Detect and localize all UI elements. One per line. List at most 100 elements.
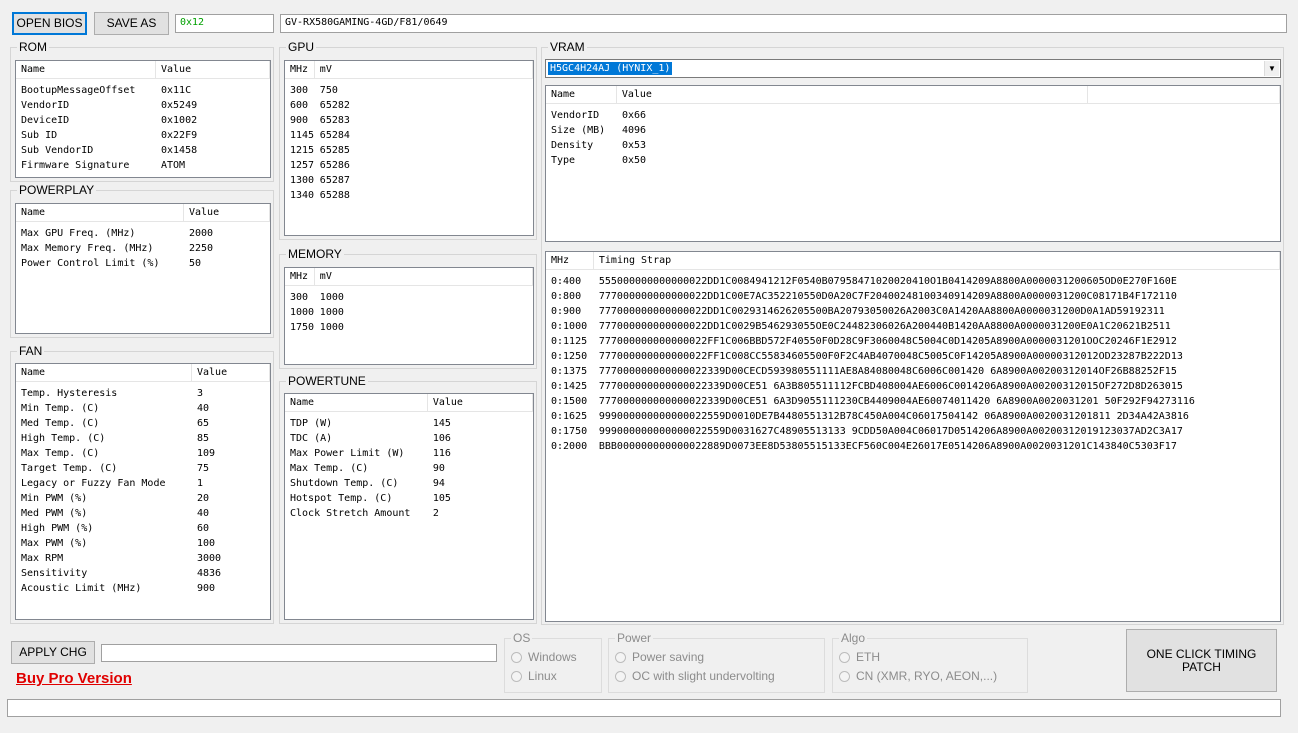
- rom-row[interactable]: BootupMessageOffset 0x11C: [16, 83, 270, 98]
- powertune-row[interactable]: Shutdown Temp. (C) 94: [285, 476, 533, 491]
- gpu-row[interactable]: 1340 65288: [285, 188, 533, 203]
- powerplay-row[interactable]: Max GPU Freq. (MHz) 2000: [16, 226, 270, 241]
- rom-row[interactable]: Sub VendorID 0x1458: [16, 143, 270, 158]
- chevron-down-icon[interactable]: ▼: [1264, 61, 1279, 76]
- vram-select[interactable]: H5GC4H24AJ (HYNIX_1) ▼: [545, 59, 1281, 78]
- fan-row[interactable]: Acoustic Limit (MHz) 900: [16, 581, 270, 596]
- gpu-row[interactable]: 600 65282: [285, 98, 533, 113]
- bios-name-field[interactable]: GV-RX580GAMING-4GD/F81/0649: [280, 14, 1287, 33]
- algo-radio-cn[interactable]: CN (XMR, RYO, AEON,...): [839, 669, 997, 683]
- powertune-row[interactable]: Clock Stretch Amount 2: [285, 506, 533, 521]
- timing-row[interactable]: 0:900 777000000000000022DD1C0029314626205…: [546, 304, 1280, 319]
- gpu-row[interactable]: 1257 65286: [285, 158, 533, 173]
- gpu-list[interactable]: MHz mV 300 750 600 65282 900 65283 1145 65284 12…: [284, 60, 534, 236]
- memory-row[interactable]: 1750 1000: [285, 320, 533, 335]
- vram-info-list[interactable]: Name Value VendorID 0x66 Size (MB) 4096 Dens…: [545, 85, 1281, 242]
- powertune-row[interactable]: TDC (A) 106: [285, 431, 533, 446]
- timing-cell: BBB000000000000022889D0073EE8D5380551513…: [598, 441, 1177, 452]
- timing-row[interactable]: 0:2000 BBB000000000000022889D0073EE8D5380…: [546, 439, 1280, 454]
- powerplay-row[interactable]: Power Control Limit (%) 50: [16, 256, 270, 271]
- gpu-col-mv[interactable]: mV: [315, 61, 533, 78]
- rom-row[interactable]: Sub ID 0x22F9: [16, 128, 270, 143]
- rom-col-name[interactable]: Name: [16, 61, 156, 78]
- vram-col-empty[interactable]: [1088, 86, 1280, 103]
- rom-col-value[interactable]: Value: [156, 61, 270, 78]
- apply-input[interactable]: [101, 644, 497, 662]
- fan-row[interactable]: Med PWM (%) 40: [16, 506, 270, 521]
- gpu-row[interactable]: 1145 65284: [285, 128, 533, 143]
- memory-row[interactable]: 300 1000: [285, 290, 533, 305]
- powertune-col-value[interactable]: Value: [428, 394, 533, 411]
- checksum-field[interactable]: 0x12: [175, 14, 274, 33]
- rom-row[interactable]: Firmware Signature ATOM: [16, 158, 270, 173]
- fan-row[interactable]: Min Temp. (C) 40: [16, 401, 270, 416]
- fan-row[interactable]: Legacy or Fuzzy Fan Mode 1: [16, 476, 270, 491]
- timing-row[interactable]: 0:1375 777000000000000022339D00CECD593980…: [546, 364, 1280, 379]
- powertune-row[interactable]: Hotspot Temp. (C) 105: [285, 491, 533, 506]
- gpu-col-mhz[interactable]: MHz: [285, 61, 315, 78]
- power-radio-saving[interactable]: Power saving: [615, 650, 704, 664]
- fan-col-value[interactable]: Value: [192, 364, 270, 381]
- rom-row[interactable]: VendorID 0x5249: [16, 98, 270, 113]
- timing-row[interactable]: 0:1125 777000000000000022FF1C006BBD572F40…: [546, 334, 1280, 349]
- vram-col-name[interactable]: Name: [546, 86, 617, 103]
- fan-row[interactable]: Sensitivity 4836: [16, 566, 270, 581]
- buy-pro-link[interactable]: Buy Pro Version: [16, 670, 132, 687]
- fan-row[interactable]: Target Temp. (C) 75: [16, 461, 270, 476]
- fan-row[interactable]: Max PWM (%) 100: [16, 536, 270, 551]
- fan-row[interactable]: Temp. Hysteresis 3: [16, 386, 270, 401]
- apply-changes-button[interactable]: APPLY CHG: [11, 641, 95, 664]
- rom-row[interactable]: DeviceID 0x1002: [16, 113, 270, 128]
- powertune-row[interactable]: Max Temp. (C) 90: [285, 461, 533, 476]
- powerplay-col-value[interactable]: Value: [184, 204, 270, 221]
- fan-row[interactable]: High Temp. (C) 85: [16, 431, 270, 446]
- vram-row[interactable]: Density 0x53: [546, 138, 1280, 153]
- powerplay-col-name[interactable]: Name: [16, 204, 184, 221]
- algo-radio-eth[interactable]: ETH: [839, 650, 880, 664]
- one-click-timing-patch-button[interactable]: ONE CLICK TIMING PATCH: [1126, 629, 1277, 692]
- fan-list[interactable]: Name Value Temp. Hysteresis 3 Min Temp. (C…: [15, 363, 271, 620]
- gpu-row[interactable]: 900 65283: [285, 113, 533, 128]
- timing-row[interactable]: 0:1425 777000000000000022339D00CE51 6A3B8…: [546, 379, 1280, 394]
- fan-row[interactable]: Min PWM (%) 20: [16, 491, 270, 506]
- vram-row[interactable]: VendorID 0x66: [546, 108, 1280, 123]
- memory-list[interactable]: MHz mV 300 1000 1000 1000 1750 1000: [284, 267, 534, 365]
- os-radio-linux[interactable]: Linux: [511, 669, 557, 683]
- timing-strap-list[interactable]: MHz Timing Strap 0:400 555000000000000022…: [545, 251, 1281, 622]
- timing-row[interactable]: 0:1500 777000000000000022339D00CE51 6A3D9…: [546, 394, 1280, 409]
- timing-row[interactable]: 0:1000 777000000000000022DD1C0029B5462930…: [546, 319, 1280, 334]
- memory-col-mhz[interactable]: MHz: [285, 268, 315, 285]
- fan-row[interactable]: High PWM (%) 60: [16, 521, 270, 536]
- powertune-row[interactable]: TDP (W) 145: [285, 416, 533, 431]
- open-bios-button[interactable]: OPEN BIOS: [12, 12, 87, 35]
- memory-row[interactable]: 1000 1000: [285, 305, 533, 320]
- rom-cell: Sub VendorID: [21, 145, 94, 156]
- vram-row[interactable]: Type 0x50: [546, 153, 1280, 168]
- timing-row[interactable]: 0:1250 777000000000000022FF1C008CC5583460…: [546, 349, 1280, 364]
- fan-row[interactable]: Max RPM 3000: [16, 551, 270, 566]
- powertune-col-name[interactable]: Name: [285, 394, 428, 411]
- powerplay-list[interactable]: Name Value Max GPU Freq. (MHz) 2000 Max Me…: [15, 203, 271, 334]
- save-as-button[interactable]: SAVE AS: [94, 12, 169, 35]
- timing-col-strap[interactable]: Timing Strap: [594, 252, 1280, 269]
- vram-col-value[interactable]: Value: [617, 86, 1088, 103]
- timing-row[interactable]: 0:400 555000000000000022DD1C0084941212F05…: [546, 274, 1280, 289]
- timing-row[interactable]: 0:1625 999000000000000022559D0010DE7B4480…: [546, 409, 1280, 424]
- vram-row[interactable]: Size (MB) 4096: [546, 123, 1280, 138]
- fan-row[interactable]: Med Temp. (C) 65: [16, 416, 270, 431]
- powertune-list[interactable]: Name Value TDP (W) 145 TDC (A) 106 Max Power…: [284, 393, 534, 620]
- timing-col-mhz[interactable]: MHz: [546, 252, 594, 269]
- fan-col-name[interactable]: Name: [16, 364, 192, 381]
- gpu-row[interactable]: 1300 65287: [285, 173, 533, 188]
- memory-col-mv[interactable]: mV: [315, 268, 533, 285]
- powerplay-row[interactable]: Max Memory Freq. (MHz) 2250: [16, 241, 270, 256]
- power-radio-oc[interactable]: OC with slight undervolting: [615, 669, 775, 683]
- powertune-row[interactable]: Max Power Limit (W) 116: [285, 446, 533, 461]
- os-radio-windows[interactable]: Windows: [511, 650, 577, 664]
- fan-row[interactable]: Max Temp. (C) 109: [16, 446, 270, 461]
- timing-row[interactable]: 0:1750 999000000000000022559D0031627C4890…: [546, 424, 1280, 439]
- rom-list[interactable]: Name Value BootupMessageOffset 0x11C Vendo…: [15, 60, 271, 178]
- timing-row[interactable]: 0:800 777000000000000022DD1C00E7AC3522105…: [546, 289, 1280, 304]
- gpu-row[interactable]: 300 750: [285, 83, 533, 98]
- gpu-row[interactable]: 1215 65285: [285, 143, 533, 158]
